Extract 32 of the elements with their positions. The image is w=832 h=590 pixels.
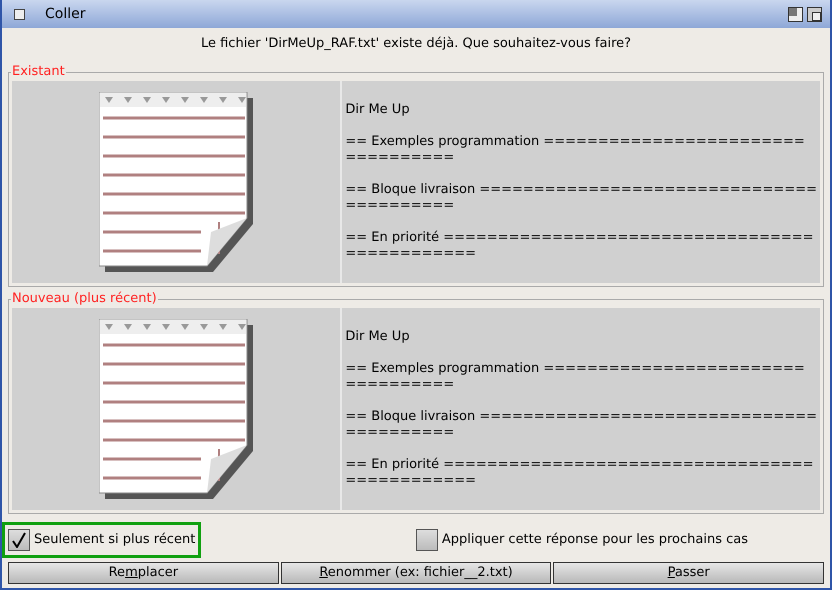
preview-text-line: Dir Me Up <box>345 328 410 344</box>
check-icon <box>12 532 26 548</box>
preview-text-line: == En priorité ================================== <box>345 230 814 246</box>
preview-text-line: ========== <box>345 198 454 214</box>
checkbox[interactable] <box>8 528 30 550</box>
preview-text-line: ========== <box>345 150 454 166</box>
group-legend: Nouveau (plus récent) <box>11 290 158 306</box>
checkbox[interactable] <box>416 528 438 550</box>
preview-text-line: == Bloque livraison =============================== <box>345 408 817 424</box>
message-text: Le fichier 'DirMeUp_RAF.txt' existe déjà. Que souhaitez-vous faire? <box>200 35 632 53</box>
preview-text-line: ============ <box>345 246 476 262</box>
text-file-icon <box>99 92 254 272</box>
zoom-icon[interactable] <box>807 6 822 22</box>
window-title: Coller <box>45 4 86 24</box>
option-label: Seulement si plus récent <box>34 530 196 549</box>
option-checkbox[interactable]: Seulement si plus récent <box>2 522 202 558</box>
depth-icon[interactable] <box>788 6 803 22</box>
option-checkbox[interactable]: Appliquer cette réponse pour les prochains cas <box>410 522 754 558</box>
preview-text-line: ========== <box>345 424 454 440</box>
preview-text-line: ========== <box>345 376 454 392</box>
preview-text-line: Dir Me Up <box>345 102 410 118</box>
action-button[interactable]: Renommer (ex: fichier__2.txt) <box>280 562 552 584</box>
action-button[interactable]: Passer <box>553 562 824 584</box>
preview-text-line: ============ <box>345 472 476 488</box>
preview-text-line: == Exemples programmation ======================== <box>345 134 805 150</box>
action-button[interactable]: Remplacer <box>8 562 279 584</box>
window-menu-icon[interactable] <box>14 8 25 20</box>
preview-text-line: == En priorité ================================== <box>345 456 814 472</box>
preview-text-line: == Bloque livraison =============================== <box>345 182 817 198</box>
text-file-icon <box>99 318 254 498</box>
preview-text-line: == Exemples programmation ======================== <box>345 360 805 376</box>
option-label: Appliquer cette réponse pour les prochains cas <box>442 530 748 549</box>
